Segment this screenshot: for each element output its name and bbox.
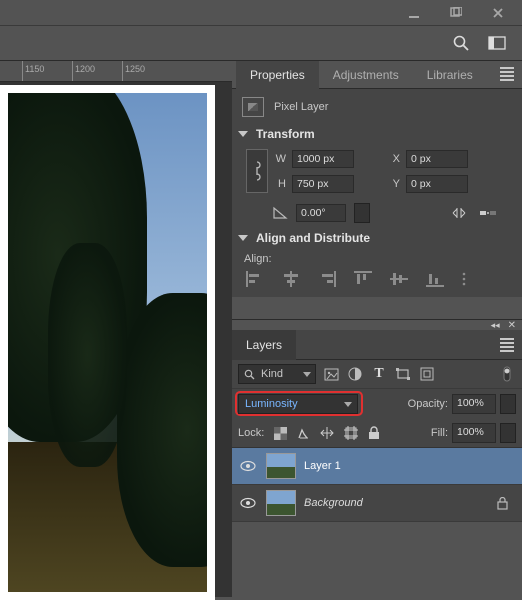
y-label: Y xyxy=(386,178,400,190)
filter-adjustment-icon[interactable] xyxy=(346,365,364,383)
transform-section-header[interactable]: Transform xyxy=(238,127,512,141)
ruler-tick-label: 1250 xyxy=(125,64,145,74)
link-dimensions-button[interactable] xyxy=(246,149,268,193)
document-canvas-area: 1100 1150 1200 1250 xyxy=(0,61,232,597)
layers-panel: ◂◂ ✕ Layers Kind T Luminosity xyxy=(232,319,522,522)
window-maximize-button[interactable] xyxy=(442,3,470,23)
pixel-layer-icon xyxy=(242,97,264,117)
properties-panel-tabs: Properties Adjustments Libraries xyxy=(232,61,522,89)
chevron-down-icon xyxy=(238,235,248,241)
filter-toggle-switch[interactable] xyxy=(498,365,516,383)
lock-artboard-icon[interactable] xyxy=(344,426,358,440)
layer-name[interactable]: Layer 1 xyxy=(304,460,341,472)
x-label: X xyxy=(386,153,400,165)
flip-vertical-icon[interactable] xyxy=(478,206,498,220)
filter-kind-select[interactable]: Kind xyxy=(238,364,316,384)
opacity-input[interactable]: 100% xyxy=(452,394,496,414)
width-label: W xyxy=(272,153,286,165)
panel-menu-icon[interactable] xyxy=(500,67,514,81)
align-bottom-icon[interactable] xyxy=(426,271,444,287)
layers-panel-menu-icon[interactable] xyxy=(500,338,514,352)
align-label: Align: xyxy=(244,253,512,265)
chevron-down-icon xyxy=(238,131,248,137)
blend-opacity-row: Luminosity Opacity: 100% xyxy=(232,389,522,419)
align-center-v-icon[interactable] xyxy=(390,271,408,287)
align-section-header[interactable]: Align and Distribute xyxy=(238,231,512,245)
y-input[interactable]: 0 px xyxy=(406,175,468,193)
align-title: Align and Distribute xyxy=(256,231,370,245)
layer-row[interactable]: Layer 1 xyxy=(232,448,522,485)
filter-type-icon[interactable]: T xyxy=(370,365,388,383)
layer-filter-row: Kind T xyxy=(232,360,522,389)
flip-horizontal-icon[interactable] xyxy=(450,206,468,220)
collapse-panel-icon[interactable]: ◂◂ xyxy=(491,320,500,331)
layer-name[interactable]: Background xyxy=(304,497,363,509)
fill-label: Fill: xyxy=(431,427,448,439)
search-icon[interactable] xyxy=(452,34,470,52)
panel-column: Properties Adjustments Libraries Pixel L… xyxy=(232,61,522,597)
layer-row[interactable]: Background xyxy=(232,485,522,522)
align-top-icon[interactable] xyxy=(354,271,372,287)
close-panel-icon[interactable]: ✕ xyxy=(508,320,516,331)
filter-kind-label: Kind xyxy=(261,368,283,380)
window-close-button[interactable] xyxy=(484,3,512,23)
transform-title: Transform xyxy=(256,127,315,141)
opacity-dropdown[interactable] xyxy=(500,394,516,414)
tab-adjustments[interactable]: Adjustments xyxy=(319,61,413,89)
lock-transparency-icon[interactable] xyxy=(274,427,287,440)
search-icon xyxy=(244,369,255,380)
properties-panel-body: Pixel Layer Transform W 1000 px X 0 px H… xyxy=(232,89,522,297)
screen-mode-button[interactable] xyxy=(488,36,510,50)
lock-image-icon[interactable] xyxy=(297,427,310,440)
ruler-tick-label: 1150 xyxy=(25,64,44,74)
x-input[interactable]: 0 px xyxy=(406,150,468,168)
align-center-h-icon[interactable] xyxy=(282,271,300,287)
layer-thumbnail[interactable] xyxy=(266,490,296,516)
align-left-icon[interactable] xyxy=(246,271,264,287)
lock-icon xyxy=(497,497,508,510)
tab-properties[interactable]: Properties xyxy=(236,61,319,89)
lock-fill-row: Lock: Fill: 100% xyxy=(232,419,522,448)
blend-mode-value: Luminosity xyxy=(245,398,298,410)
visibility-toggle[interactable] xyxy=(238,497,258,509)
filter-smartobject-icon[interactable] xyxy=(418,365,436,383)
window-minimize-button[interactable] xyxy=(400,3,428,23)
layer-thumbnail[interactable] xyxy=(266,453,296,479)
width-input[interactable]: 1000 px xyxy=(292,150,354,168)
layer-type-label: Pixel Layer xyxy=(274,101,328,113)
lock-label: Lock: xyxy=(238,427,264,439)
lock-position-icon[interactable] xyxy=(320,426,334,440)
horizontal-ruler: 1100 1150 1200 1250 xyxy=(0,61,232,82)
lock-all-icon[interactable] xyxy=(368,426,380,440)
align-right-icon[interactable] xyxy=(318,271,336,287)
height-label: H xyxy=(272,178,286,190)
rotation-input[interactable]: 0.00° xyxy=(296,204,346,222)
tab-libraries[interactable]: Libraries xyxy=(413,61,487,89)
height-input[interactable]: 750 px xyxy=(292,175,354,193)
rotation-dropdown[interactable] xyxy=(354,203,370,223)
visibility-toggle[interactable] xyxy=(238,460,258,472)
document-canvas[interactable] xyxy=(0,85,215,600)
blend-mode-select[interactable]: Luminosity xyxy=(238,394,358,414)
options-bar: ▸▸ xyxy=(0,25,522,61)
canvas-image xyxy=(8,93,207,592)
align-icon-row xyxy=(246,271,512,287)
window-titlebar xyxy=(0,0,522,25)
tab-layers[interactable]: Layers xyxy=(232,330,296,360)
ruler-tick-label: 1200 xyxy=(75,64,95,74)
filter-shape-icon[interactable] xyxy=(394,365,412,383)
more-align-icon[interactable] xyxy=(462,271,466,287)
opacity-label: Opacity: xyxy=(408,398,448,410)
fill-input[interactable]: 100% xyxy=(452,423,496,443)
angle-icon xyxy=(272,206,288,220)
filter-pixel-icon[interactable] xyxy=(322,365,340,383)
fill-dropdown[interactable] xyxy=(500,423,516,443)
